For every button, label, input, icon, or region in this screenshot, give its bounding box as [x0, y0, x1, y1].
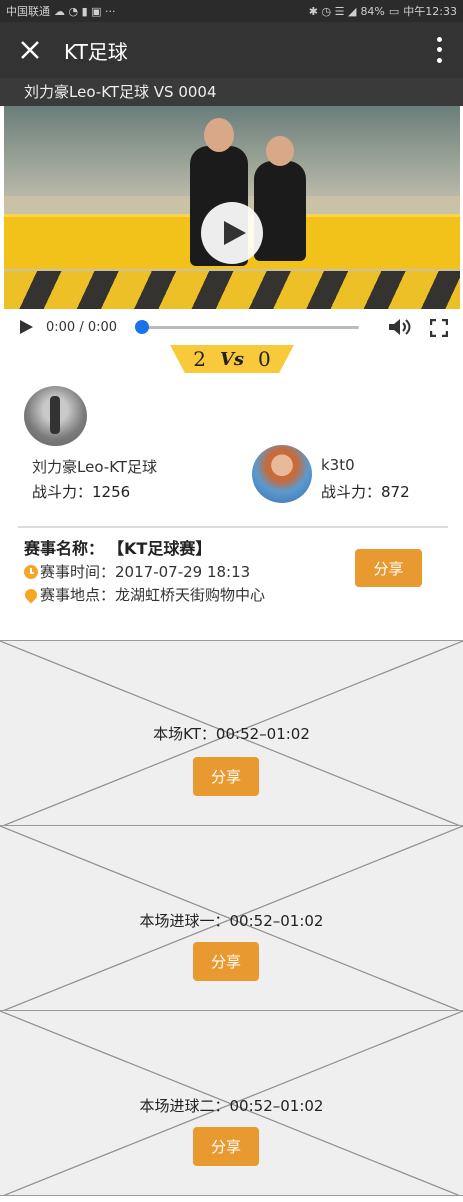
event-time-label: 赛事时间： — [40, 563, 116, 581]
carrier-label: 中国联通 — [6, 5, 50, 18]
clock: 中午12:33 — [403, 5, 457, 18]
player-one-power: 战斗力：1256 — [32, 483, 131, 501]
notification-icons: ☁ ◔ ▮ ▣ ··· — [54, 4, 116, 18]
event-name-label: 赛事名称： — [24, 539, 105, 558]
event-time-value: 2017-07-29 18:13 — [115, 562, 251, 581]
video-controls: 0:00 / 0:00 — [4, 309, 460, 345]
clock-icon — [24, 564, 38, 579]
player-one-name: 刘力豪Leo-KT足球 — [32, 458, 158, 476]
location-pin-icon — [22, 586, 40, 603]
clip-label-2: 本场进球一：00:52–01:02 — [139, 912, 324, 930]
clip-placeholder-1[interactable]: 本场KT：00:52–01:02 分享 — [0, 640, 463, 826]
close-icon — [21, 41, 39, 59]
event-location-value: 龙湖虹桥天街购物中心 — [115, 586, 266, 604]
section-divider — [18, 526, 448, 528]
event-time-row: 赛事时间： 2017-07-29 18:13 — [24, 561, 250, 582]
app-title: KT足球 — [64, 39, 128, 64]
status-bar: 中国联通 ☁ ◔ ▮ ▣ ··· ✱ ◷ ☰ ◢ 84% ▭ 中午12:33 — [0, 0, 463, 22]
seek-bar[interactable] — [142, 326, 359, 329]
app-bar: KT足球 — [0, 22, 463, 78]
player-two-avatar[interactable] — [252, 445, 312, 503]
clip-share-button-3[interactable]: 分享 — [193, 1127, 259, 1166]
video-frame-floor — [4, 271, 460, 309]
close-button[interactable] — [0, 22, 60, 78]
system-icons: ✱ ◷ ☰ ◢ — [308, 4, 357, 18]
play-icon — [223, 221, 246, 245]
vs-mark: Vs — [219, 348, 245, 370]
event-location-label: 赛事地点： — [40, 586, 116, 604]
volume-icon[interactable] — [388, 317, 414, 337]
clip-placeholder-2[interactable]: 本场进球一：00:52–01:02 分享 — [0, 825, 463, 1011]
away-score: 0 — [258, 347, 271, 371]
clip-share-button-1[interactable]: 分享 — [193, 757, 259, 796]
clip-placeholder-3[interactable]: 本场进球二：00:52–01:02 分享 — [0, 1010, 463, 1196]
video-frame-head-right — [266, 136, 294, 166]
seek-knob[interactable] — [135, 320, 149, 334]
controls-play-icon[interactable] — [18, 319, 34, 335]
clip-label-3: 本场进球二：00:52–01:02 — [139, 1097, 324, 1115]
player-one-avatar[interactable] — [24, 386, 87, 446]
score-banner: 2 Vs 0 — [170, 345, 294, 373]
battery-icon: ▭ — [388, 4, 400, 18]
video-frame-person-right — [254, 161, 306, 261]
event-share-button[interactable]: 分享 — [355, 549, 422, 587]
player-two-name: k3t0 — [321, 456, 355, 474]
event-name: 赛事名称： 【KT足球赛】 — [24, 535, 211, 559]
video-player[interactable] — [4, 106, 460, 309]
clip-share-button-2[interactable]: 分享 — [193, 942, 259, 981]
clip-label-1: 本场KT：00:52–01:02 — [153, 725, 310, 743]
battery-level: 84% — [360, 4, 385, 18]
match-title: 刘力豪Leo-KT足球 VS 0004 — [0, 78, 463, 106]
more-options-icon[interactable] — [429, 34, 449, 66]
video-time: 0:00 / 0:00 — [46, 319, 118, 335]
video-frame-head-left — [204, 118, 234, 152]
home-score: 2 — [193, 347, 206, 371]
event-location-row: 赛事地点： 龙湖虹桥天街购物中心 — [22, 584, 266, 605]
video-play-button[interactable] — [201, 202, 263, 264]
event-name-value: 【KT足球赛】 — [116, 539, 212, 558]
fullscreen-icon[interactable] — [430, 319, 448, 337]
player-two-power: 战斗力：872 — [321, 483, 410, 501]
